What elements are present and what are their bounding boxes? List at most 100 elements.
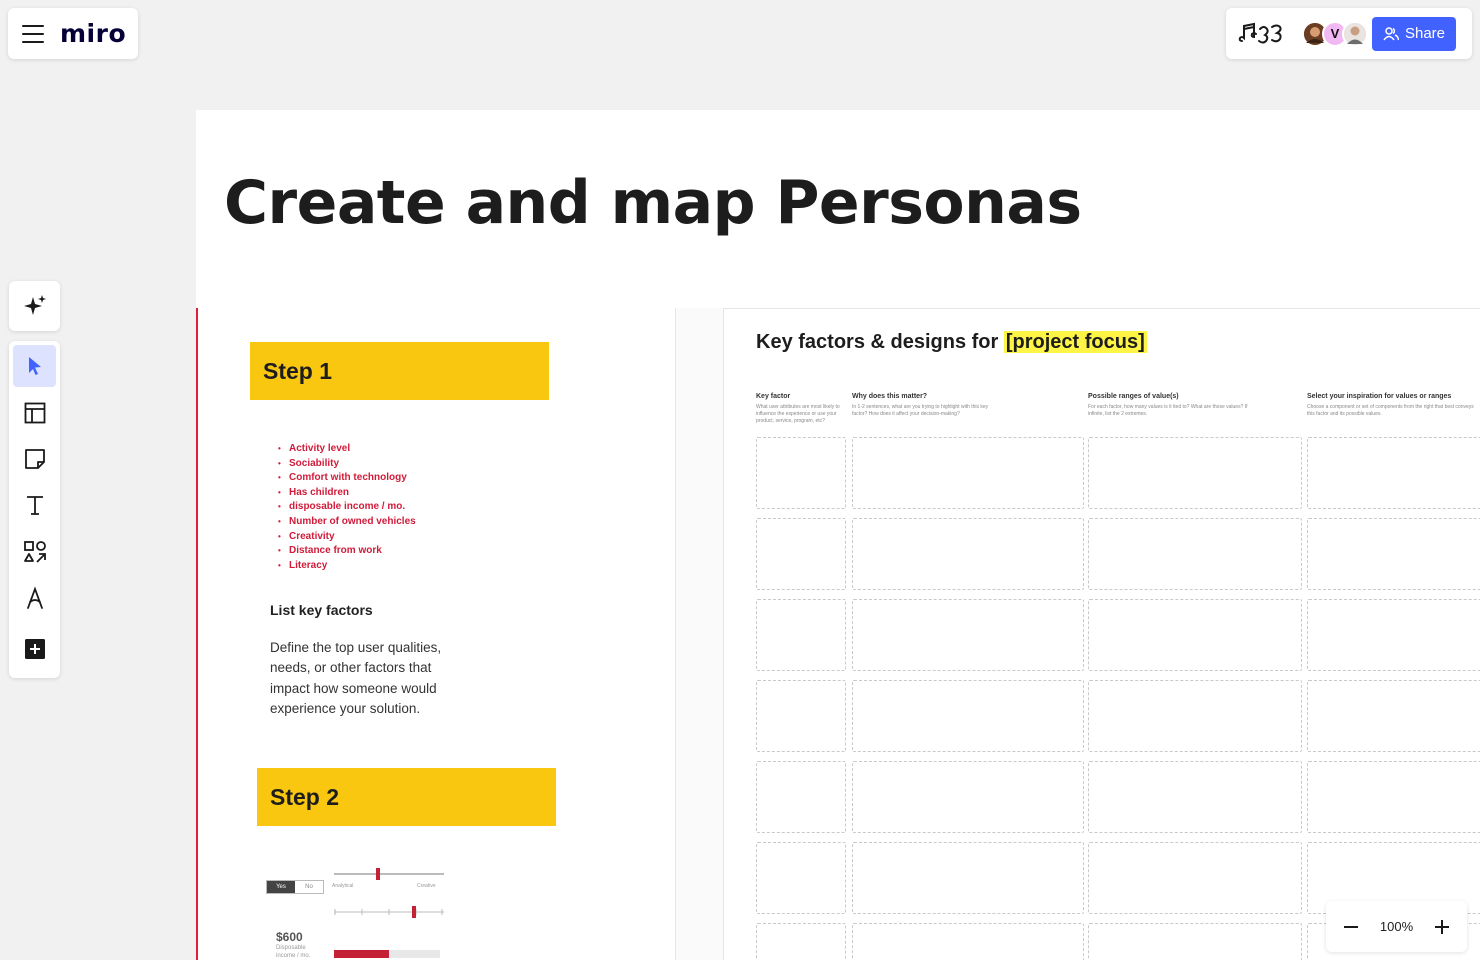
factor-list: Activity level Sociability Comfort with … <box>278 442 416 573</box>
plus-square-icon <box>24 638 45 659</box>
grid-cell[interactable] <box>1088 923 1302 960</box>
list-item: Distance from work <box>278 544 416 559</box>
list-item: Creativity <box>278 530 416 545</box>
grid-cell[interactable] <box>1307 437 1480 509</box>
grid-cell[interactable] <box>756 761 846 833</box>
grid-cell[interactable] <box>756 842 846 914</box>
column-description: Choose a component or set of components … <box>1307 404 1474 417</box>
grid-cell[interactable] <box>1307 680 1480 752</box>
board-title: Create and map Personas <box>224 168 1082 238</box>
column-description: In 1-2 sentences, what are you trying to… <box>852 404 989 417</box>
ai-assist-button[interactable] <box>9 281 60 331</box>
list-item: Comfort with technology <box>278 471 416 486</box>
collaboration-bar: V Share <box>1226 8 1472 59</box>
grid-cell[interactable] <box>756 599 846 671</box>
income-bar <box>334 950 440 958</box>
share-button[interactable]: Share <box>1372 16 1456 51</box>
grid-cell[interactable] <box>1088 599 1302 671</box>
grid-cell[interactable] <box>852 680 1084 752</box>
sticky-note-tool[interactable] <box>13 438 56 480</box>
pen-tool[interactable] <box>13 577 56 619</box>
grid-cell[interactable] <box>756 680 846 752</box>
grid-cell[interactable] <box>1088 518 1302 590</box>
example-components[interactable]: Yes No Analytical Creative $600 Disposab… <box>262 864 458 960</box>
grid-cell[interactable] <box>756 518 846 590</box>
main-menu-bar: miro <box>8 8 138 59</box>
more-tools-button[interactable] <box>13 628 56 670</box>
grid-cell[interactable] <box>852 518 1084 590</box>
cursor-icon <box>28 357 41 376</box>
menu-icon[interactable] <box>22 24 44 43</box>
grid-cell[interactable] <box>1307 518 1480 590</box>
shapes-icon <box>23 540 46 563</box>
list-item: disposable income / mo. <box>278 500 416 515</box>
text-tool[interactable] <box>13 484 56 526</box>
shapes-tool[interactable] <box>13 531 56 573</box>
grid-cell[interactable] <box>1088 680 1302 752</box>
price-caption: Disposable income / mo. <box>276 945 311 959</box>
board-frame: Create and map Personas Step 1 Activity … <box>196 110 1480 960</box>
zoom-out-button[interactable] <box>1336 912 1366 942</box>
step-1-label[interactable]: Step 1 <box>250 342 549 400</box>
grid-cell[interactable] <box>852 842 1084 914</box>
templates-tool[interactable] <box>13 391 56 433</box>
minus-icon <box>1344 925 1358 928</box>
list-item: Has children <box>278 486 416 501</box>
text-icon <box>26 496 43 516</box>
list-item: Number of owned vehicles <box>278 515 416 530</box>
grid-cell[interactable] <box>756 437 846 509</box>
column-description: For each factor, how many values is it t… <box>1088 404 1248 417</box>
list-key-factors-title: List key factors <box>270 602 373 618</box>
zoom-in-button[interactable] <box>1427 912 1457 942</box>
grid-cell[interactable] <box>852 599 1084 671</box>
key-factors-panel: Key factors & designs for [project focus… <box>723 308 1480 960</box>
column-header-ranges: Possible ranges of value(s) For each fac… <box>1088 393 1260 418</box>
sticky-note-icon <box>24 449 45 469</box>
grid-cell[interactable] <box>1088 437 1302 509</box>
slider-examples <box>334 868 444 918</box>
grid-cell[interactable] <box>852 437 1084 509</box>
grid-cell[interactable] <box>1088 842 1302 914</box>
avatar[interactable] <box>1342 20 1368 47</box>
grid-cell[interactable] <box>756 923 846 960</box>
column-title: Why does this matter? <box>852 393 928 400</box>
pen-icon <box>26 586 43 610</box>
select-tool[interactable] <box>13 345 56 388</box>
column-description: What user attributes are most likely to … <box>756 404 840 424</box>
reactions-icon[interactable] <box>1238 21 1288 47</box>
column-title: Select your inspiration for values or ra… <box>1307 393 1452 400</box>
zoom-control: 100% <box>1326 901 1467 952</box>
plus-icon <box>1435 919 1449 934</box>
grid-cell[interactable] <box>852 761 1084 833</box>
project-focus-highlight[interactable]: [project focus] <box>1003 331 1147 353</box>
slider-label-left: Analytical <box>332 883 354 889</box>
list-key-factors-body: Define the top user qualities, needs, or… <box>270 640 442 716</box>
miro-logo[interactable]: miro <box>60 19 126 48</box>
grid-cell[interactable] <box>1088 761 1302 833</box>
yes-no-toggle: Yes No <box>266 880 324 894</box>
column-title: Key factor <box>756 393 791 400</box>
steps-panel: Step 1 Activity level Sociability Comfor… <box>196 308 676 960</box>
board-header: Create and map Personas <box>196 110 1480 308</box>
zoom-level[interactable]: 100% <box>1380 919 1413 934</box>
grid-cell[interactable] <box>852 923 1084 960</box>
price-value: $600 <box>276 930 303 944</box>
key-factors-title-prefix: Key factors & designs for <box>756 331 1004 353</box>
users-icon <box>1383 26 1399 40</box>
grid-cell[interactable] <box>1307 761 1480 833</box>
column-title: Possible ranges of value(s) <box>1088 393 1179 400</box>
layout-icon <box>24 402 45 424</box>
key-factors-title: Key factors & designs for [project focus… <box>756 331 1147 354</box>
step-2-label[interactable]: Step 2 <box>257 768 556 826</box>
column-header-inspiration: Select your inspiration for values or ra… <box>1307 393 1479 418</box>
toggle-no: No <box>305 884 313 890</box>
list-item: Literacy <box>278 559 416 574</box>
toggle-yes: Yes <box>267 881 295 893</box>
sparkle-icon <box>23 295 46 315</box>
list-item: Sociability <box>278 457 416 472</box>
grid-cell[interactable] <box>1307 599 1480 671</box>
share-label: Share <box>1404 25 1446 42</box>
collaborator-avatars[interactable]: V <box>1302 20 1368 47</box>
list-item: Activity level <box>278 442 416 457</box>
column-header-key-factor: Key factor What user attributes are most… <box>756 393 844 425</box>
